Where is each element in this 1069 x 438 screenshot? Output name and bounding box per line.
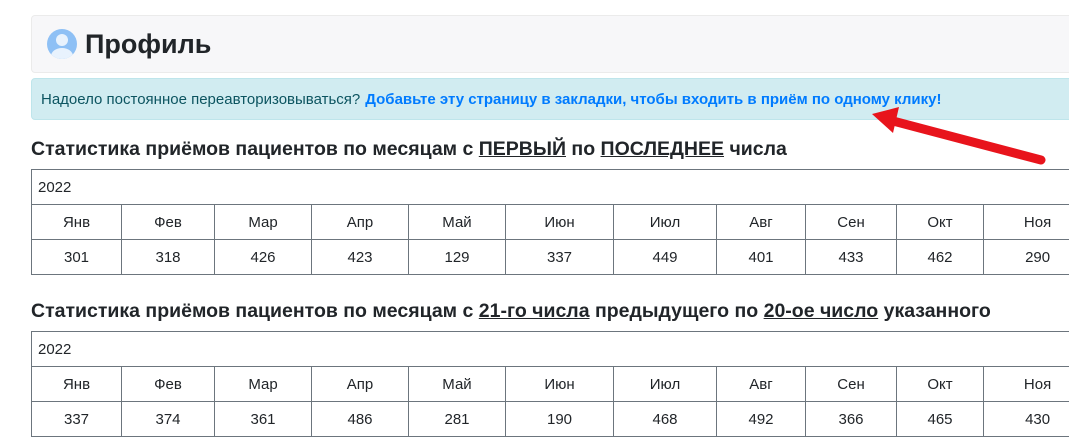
section-title-prefix: Статистика приёмов пациентов по месяцам … <box>31 138 474 160</box>
month-header-cell: Фев <box>121 366 215 402</box>
values-row: 301 318 426 423 129 337 449 401 433 462 290 <box>31 239 1069 275</box>
stats-table-calendar-month: 2022 Янв Фев Мар Апр Май Июн Июл Авг Сен Окт Ноя 3… <box>30 169 1069 275</box>
month-header-cell: Янв <box>31 366 122 402</box>
month-value-cell: 433 <box>805 239 897 275</box>
month-header-cell: Апр <box>311 204 409 240</box>
user-avatar-icon <box>47 29 77 59</box>
page-title: Профиль <box>85 28 212 59</box>
bookmark-link[interactable]: Добавьте эту страницу в закладки, чтобы … <box>365 91 941 108</box>
month-header-cell: Мар <box>214 366 312 402</box>
month-header-cell: Авг <box>716 366 806 402</box>
range-start-link[interactable]: 21-го числа <box>479 300 590 322</box>
month-header-cell: Июн <box>505 204 614 240</box>
month-value-cell: 486 <box>311 401 409 437</box>
month-value-cell: 468 <box>613 401 717 437</box>
range-end-link[interactable]: 20-ое число <box>764 300 879 322</box>
month-value-cell: 423 <box>311 239 409 275</box>
year-cell: 2022 <box>30 169 1069 205</box>
section-title-calendar-month: Статистика приёмов пациентов по месяцам … <box>31 138 787 161</box>
bookmark-alert: Надоело постоянное переавторизовываться?… <box>31 78 1069 120</box>
month-header-cell: Фев <box>121 204 215 240</box>
month-value-cell: 281 <box>408 401 506 437</box>
month-value-cell: 492 <box>716 401 806 437</box>
range-end-link[interactable]: ПОСЛЕДНЕЕ <box>601 138 724 160</box>
month-header-cell: Мар <box>214 204 312 240</box>
month-value-cell: 290 <box>982 239 1069 275</box>
month-header-cell: Сен <box>805 204 897 240</box>
values-row: 337 374 361 486 281 190 468 492 366 465 430 <box>31 401 1069 437</box>
section-title-mid: по <box>571 138 596 160</box>
month-header-cell: Сен <box>805 366 897 402</box>
month-header-cell: Окт <box>896 366 984 402</box>
month-header-cell: Ноя <box>982 204 1069 240</box>
months-row: Янв Фев Мар Апр Май Июн Июл Авг Сен Окт Ноя <box>31 366 1069 402</box>
section-title-shifted-month: Статистика приёмов пациентов по месяцам … <box>31 300 991 323</box>
month-header-cell: Янв <box>31 204 122 240</box>
year-cell: 2022 <box>30 331 1069 367</box>
month-value-cell: 449 <box>613 239 717 275</box>
month-value-cell: 301 <box>31 239 122 275</box>
month-value-cell: 374 <box>121 401 215 437</box>
range-start-link[interactable]: ПЕРВЫЙ <box>479 138 566 160</box>
month-value-cell: 401 <box>716 239 806 275</box>
month-value-cell: 462 <box>896 239 984 275</box>
profile-header: Профиль <box>31 15 1069 73</box>
month-value-cell: 361 <box>214 401 312 437</box>
section-title-mid: предыдущего по <box>594 300 759 322</box>
alert-text: Надоело постоянное переавторизовываться? <box>41 90 361 108</box>
month-header-cell: Окт <box>896 204 984 240</box>
stats-table-shifted-month: 2022 Янв Фев Мар Апр Май Июн Июл Авг Сен Окт Ноя 3… <box>30 331 1069 437</box>
section-title-suffix: числа <box>729 138 787 160</box>
month-header-cell: Май <box>408 366 506 402</box>
month-value-cell: 190 <box>505 401 614 437</box>
month-value-cell: 465 <box>896 401 984 437</box>
section-title-prefix: Статистика приёмов пациентов по месяцам … <box>31 300 474 322</box>
month-value-cell: 318 <box>121 239 215 275</box>
months-row: Янв Фев Мар Апр Май Июн Июл Авг Сен Окт Ноя <box>31 204 1069 240</box>
month-header-cell: Ноя <box>982 366 1069 402</box>
month-header-cell: Июн <box>505 366 614 402</box>
month-value-cell: 430 <box>982 401 1069 437</box>
month-value-cell: 426 <box>214 239 312 275</box>
month-header-cell: Май <box>408 204 506 240</box>
month-header-cell: Июл <box>613 204 717 240</box>
month-header-cell: Июл <box>613 366 717 402</box>
month-value-cell: 337 <box>31 401 122 437</box>
month-header-cell: Авг <box>716 204 806 240</box>
month-value-cell: 129 <box>408 239 506 275</box>
month-value-cell: 337 <box>505 239 614 275</box>
month-header-cell: Апр <box>311 366 409 402</box>
month-value-cell: 366 <box>805 401 897 437</box>
section-title-suffix: указанного <box>883 300 991 322</box>
